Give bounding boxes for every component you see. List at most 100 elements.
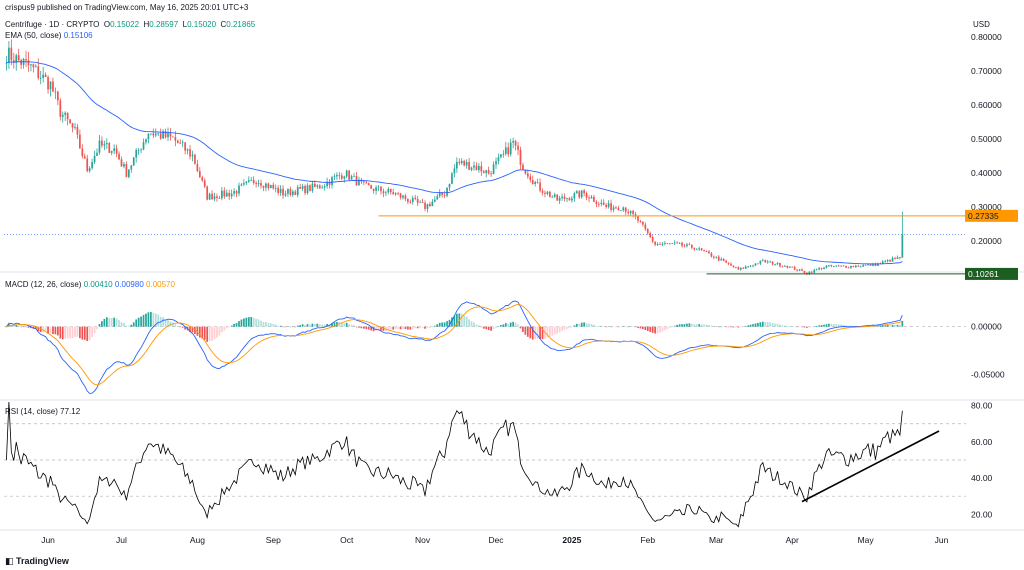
candle-body [605,204,608,207]
macd-histogram-bar [651,326,654,333]
macd-histogram-bar [294,326,297,328]
macd-histogram-bar [480,326,483,328]
candle-body [203,180,206,187]
candle-body [230,193,233,197]
candle-body [252,180,255,183]
candle-body [656,244,659,246]
macd-histogram-bar [443,322,446,327]
candle-body [842,265,845,267]
macd-histogram-bar [578,323,581,327]
macd-histogram-bar [321,324,324,327]
macd-histogram-bar [649,326,652,332]
candle-body [213,196,216,200]
candle-body [69,119,71,124]
macd-histogram-bar [56,326,59,336]
macd-histogram-bar [460,313,463,327]
candle-body [676,242,679,244]
candle-body [262,185,265,188]
candle-body [274,187,277,189]
candle-body [690,244,693,248]
candle-body [260,183,262,186]
tradingview-brand: TradingView [16,556,69,566]
trading-chart[interactable]: 0.800000.700000.600000.500000.400000.300… [0,0,1024,570]
macd-histogram-bar [823,324,825,327]
macd-histogram-bar [881,325,884,327]
macd-histogram-bar [747,325,749,327]
macd-histogram-bar [607,326,610,327]
candle-body [181,142,184,144]
candle-body [771,261,774,265]
candle-body [610,203,612,210]
candle-body [201,177,204,181]
candle-body [642,221,644,225]
candle-body [211,193,213,200]
macd-histogram-bar [409,326,412,330]
macd-histogram-bar [556,326,559,334]
candle-body [671,243,674,244]
candle-body [397,193,399,195]
macd-histogram-bar [284,326,287,328]
candle-body [301,186,304,189]
macd-histogram-bar [808,326,811,328]
candle-body [730,263,732,266]
macd-histogram-bar [509,322,512,327]
tradingview-logo[interactable]: ◧ TradingView [5,556,69,566]
candle-body [798,269,801,271]
candle-body [257,183,260,185]
candle-body [404,195,407,200]
macd-histogram-bar [181,326,184,328]
candle-body [108,143,111,153]
candle-body [250,180,253,181]
macd-histogram-bar [441,322,444,327]
candle-body [145,139,147,143]
candle-body [443,195,446,196]
candle-body [243,183,245,185]
candle-body [739,267,742,270]
candle-body [223,190,226,197]
candle-body [627,211,630,214]
candle-body [725,260,727,263]
macd-histogram-bar [61,326,64,340]
macd-histogram-bar [727,326,730,328]
candle-body [563,196,566,199]
candle-body [71,123,74,128]
candle-body [830,264,833,267]
x-axis-tick-label: Aug [190,535,205,545]
macd-histogram-bar [213,326,216,340]
macd-histogram-bar [627,326,630,328]
candle-body [612,207,615,210]
macd-histogram-bar [818,325,820,327]
x-axis-tick-label: Jun [41,535,55,545]
macd-histogram-bar [693,324,696,327]
candle-body [282,188,284,196]
macd-histogram-bar [463,315,466,327]
macd-line [6,300,903,394]
candle-body [519,149,522,165]
candle-body [44,74,47,77]
macd-histogram-bar [617,326,620,328]
candle-body [154,133,157,136]
macd-histogram-bar [340,322,343,327]
candle-body [769,261,772,263]
candle-body [409,201,412,203]
candle-body [497,157,500,162]
candle-body [580,190,583,198]
candle-body [105,143,108,145]
macd-histogram-bar [269,323,272,327]
candle-body [793,266,796,270]
macd-histogram-bar [83,326,86,340]
candle-body [291,191,294,195]
candle-body [365,182,368,184]
candle-body [235,191,238,194]
candle-body [698,248,701,250]
candle-body [766,261,769,263]
candle-body [894,258,896,259]
candle-body [296,187,299,196]
macd-histogram-bar [588,323,590,327]
price-tick-label: 0.60000 [971,100,1002,110]
macd-histogram-bar [676,324,679,327]
candle-body [896,257,899,259]
macd-histogram-bar [781,325,784,327]
candle-body [568,198,571,201]
macd-histogram-bar [42,326,45,332]
